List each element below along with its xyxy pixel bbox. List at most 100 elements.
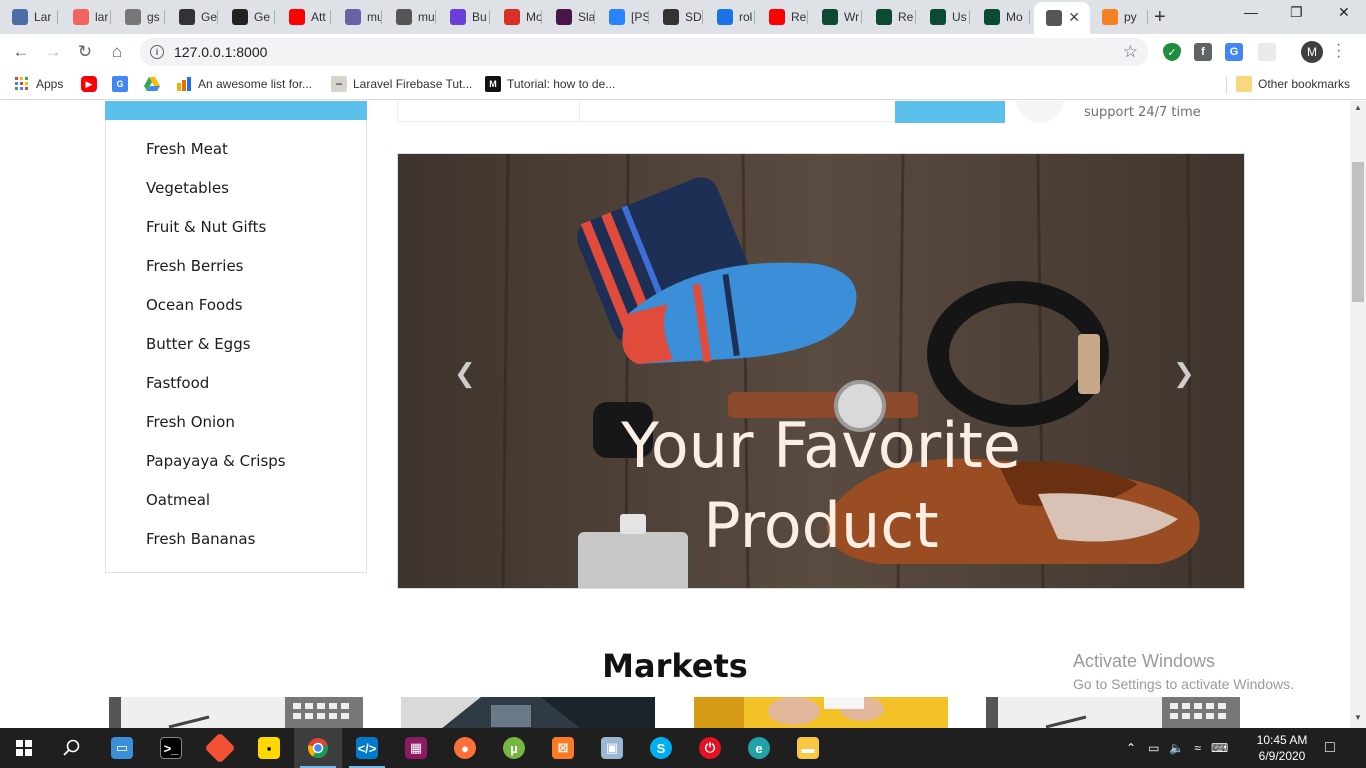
back-button[interactable]: ← [9, 40, 33, 64]
browser-tab[interactable]: lar [61, 4, 111, 30]
browser-tab[interactable]: Us [918, 4, 970, 30]
browser-tab[interactable]: mu [384, 4, 436, 30]
bookmark-awesome-list[interactable]: An awesome list for... [176, 76, 312, 92]
browser-tab[interactable]: py [1090, 4, 1148, 30]
site-info-icon[interactable]: i [150, 45, 164, 59]
scrollbar-thumb[interactable] [1352, 162, 1364, 302]
taskbar-vscode[interactable]: </> [343, 728, 391, 768]
close-window-button[interactable]: ✕ [1338, 4, 1350, 21]
translate-extension-icon[interactable]: G [1225, 43, 1243, 61]
taskbar-power-app[interactable]: ⏻ [686, 728, 734, 768]
minimize-window-button[interactable]: — [1244, 4, 1258, 20]
department-item[interactable]: Oatmeal [146, 491, 286, 530]
adblock-shield-icon[interactable]: ✓ [1163, 43, 1181, 61]
bookmark-drive[interactable] [144, 76, 166, 92]
show-hidden-icons-chevron-icon[interactable]: ⌃ [1126, 741, 1136, 755]
browser-tab[interactable]: Re [864, 4, 916, 30]
taskbar-file-explorer-pc[interactable]: ▭ [98, 728, 146, 768]
battery-icon[interactable]: ▭ [1148, 741, 1159, 755]
taskbar-chrome[interactable] [294, 728, 342, 768]
all-departments-header[interactable] [105, 101, 367, 120]
browser-tab[interactable]: SD [651, 4, 703, 30]
browser-tab[interactable]: Bu [438, 4, 490, 30]
browser-menu-icon[interactable]: · · · [1336, 37, 1341, 65]
extension-icon[interactable] [1258, 43, 1276, 61]
profile-avatar[interactable]: M [1301, 41, 1323, 63]
department-item[interactable]: Butter & Eggs [146, 335, 286, 374]
clock-time: 10:45 AM [1256, 733, 1308, 747]
taskbar-xampp[interactable]: ⊠ [539, 728, 587, 768]
carousel-prev-icon[interactable]: ❮ [454, 358, 476, 389]
reload-button[interactable]: ↻ [73, 40, 97, 64]
browser-tab[interactable]: rol [705, 4, 755, 30]
browser-tab[interactable]: Sla [544, 4, 595, 30]
taskbar-winrar[interactable]: ▦ [392, 728, 440, 768]
page-scrollbar[interactable]: ▲ ▼ [1350, 101, 1366, 728]
carousel-next-icon[interactable]: ❯ [1173, 358, 1195, 389]
browser-tab[interactable]: Lar [0, 4, 58, 30]
bookmark-star-icon[interactable]: ☆ [1123, 42, 1138, 62]
wifi-icon[interactable]: ≈ [1194, 741, 1201, 755]
scroll-down-arrow-icon[interactable]: ▼ [1354, 713, 1362, 722]
taskbar-utorrent[interactable]: µ [490, 728, 538, 768]
department-item[interactable]: Fresh Onion [146, 413, 286, 452]
department-item[interactable]: Vegetables [146, 179, 286, 218]
market-card[interactable] [109, 697, 363, 728]
browser-tab[interactable]: Wr [810, 4, 862, 30]
browser-tab[interactable]: Ge [167, 4, 218, 30]
browser-tab[interactable]: Mo [492, 4, 542, 30]
department-item[interactable]: Fresh Bananas [146, 530, 286, 569]
taskbar-file-explorer[interactable]: ▬ [784, 728, 832, 768]
search-category-select[interactable] [398, 101, 580, 121]
department-item[interactable]: Ocean Foods [146, 296, 286, 335]
browser-tab[interactable]: ✕ [1034, 2, 1090, 34]
forward-button[interactable]: → [41, 40, 65, 64]
browser-tab[interactable]: [PS [597, 4, 649, 30]
scroll-up-arrow-icon[interactable]: ▲ [1354, 103, 1362, 112]
volume-icon[interactable]: 🔈 [1169, 741, 1184, 755]
department-item[interactable]: Fastfood [146, 374, 286, 413]
notifications-button[interactable]: □ [1325, 728, 1335, 768]
market-card[interactable] [401, 697, 655, 728]
new-tab-button[interactable]: + [1154, 6, 1166, 29]
close-tab-icon[interactable]: ✕ [1068, 9, 1080, 26]
browser-tab[interactable]: Re [757, 4, 808, 30]
search-button[interactable] [895, 101, 1005, 123]
browser-tab[interactable]: Ge [220, 4, 275, 30]
maximize-window-button[interactable]: ❐ [1290, 4, 1303, 21]
other-bookmarks-folder[interactable]: Other bookmarks [1236, 76, 1350, 92]
department-item[interactable]: Fresh Meat [146, 140, 286, 179]
bookmark-translate[interactable]: G [112, 76, 134, 92]
start-button[interactable] [0, 728, 48, 768]
browser-tab[interactable]: mu [333, 4, 382, 30]
browser-tab[interactable]: gs [113, 4, 165, 30]
medium-icon: M [485, 76, 501, 92]
taskbar-git[interactable] [196, 728, 244, 768]
facebook-extension-icon[interactable]: f [1194, 43, 1212, 61]
keyboard-icon[interactable]: ⌨ [1211, 741, 1228, 755]
bookmark-youtube[interactable]: ▶ [81, 76, 103, 92]
youtube-icon [289, 9, 305, 25]
system-tray: ⌃ ▭ 🔈 ≈ ⌨ [1126, 728, 1228, 768]
taskbar-edge[interactable]: e [735, 728, 783, 768]
address-bar[interactable]: i 127.0.0.1:8000 ☆ [140, 38, 1148, 66]
department-item[interactable]: Fruit & Nut Gifts [146, 218, 286, 257]
bookmark-apps[interactable]: Apps [14, 76, 63, 92]
bookmark-tutorial[interactable]: M Tutorial: how to de... [485, 76, 615, 92]
department-item[interactable]: Fresh Berries [146, 257, 286, 296]
browser-tab[interactable]: Att [277, 4, 331, 30]
tab-separator [57, 10, 58, 24]
department-item[interactable]: Papayaya & Crisps [146, 452, 286, 491]
taskbar-sticky-notes[interactable]: ▪ [245, 728, 293, 768]
market-card[interactable] [986, 697, 1240, 728]
browser-tab[interactable]: Mo [972, 4, 1030, 30]
taskbar-clock[interactable]: 10:45 AM 6/9/2020 [1252, 732, 1312, 764]
taskbar-resource-monitor[interactable]: ▣ [588, 728, 636, 768]
taskbar-terminal[interactable]: >_ [147, 728, 195, 768]
market-card[interactable] [694, 697, 948, 728]
taskbar-firefox[interactable]: ● [441, 728, 489, 768]
bookmark-laravel-firebase[interactable]: ▬ Laravel Firebase Tut... [331, 76, 472, 92]
search-taskbar-button[interactable] [48, 728, 96, 768]
taskbar-skype[interactable]: S [637, 728, 685, 768]
home-button[interactable]: ⌂ [105, 40, 129, 64]
